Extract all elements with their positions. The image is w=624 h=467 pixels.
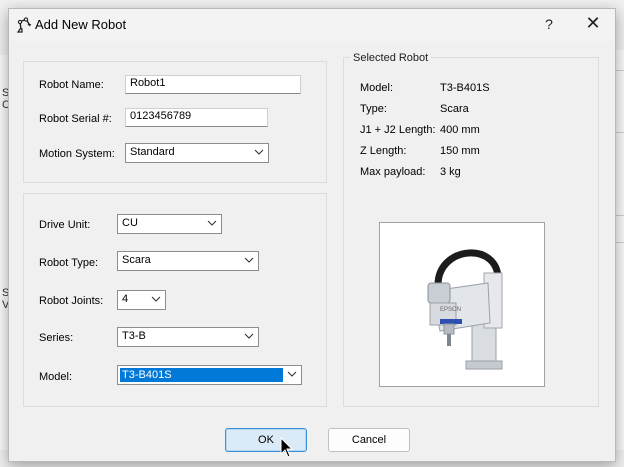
cancel-button[interactable]: Cancel [328, 428, 410, 452]
selected-robot-caption: Selected Robot [350, 52, 432, 64]
chevron-down-icon [244, 333, 254, 339]
background-left-strip: S C S V [0, 55, 10, 450]
mouse-cursor-icon [280, 437, 294, 458]
model-select[interactable]: T3-B401S [117, 365, 302, 385]
info-type-label: Type: [360, 103, 387, 115]
motion-system-value: Standard [130, 146, 175, 158]
series-value: T3-B [122, 330, 146, 342]
drive-unit-value: CU [122, 217, 138, 229]
dialog-title: Add New Robot [35, 17, 127, 32]
robot-joints-value: 4 [122, 293, 129, 305]
help-button[interactable]: ? [540, 16, 558, 32]
model-value: T3-B401S [120, 368, 283, 382]
close-button[interactable]: ✕ [582, 13, 604, 34]
info-model-value: T3-B401S [440, 82, 490, 94]
ok-button[interactable]: OK [225, 428, 307, 452]
info-payload-label: Max payload: [360, 166, 426, 178]
robot-joints-select[interactable]: 4 [117, 290, 166, 310]
chevron-down-icon [207, 220, 217, 226]
robot-serial-input[interactable]: 0123456789 [125, 108, 268, 127]
chevron-down-icon [254, 149, 264, 155]
robot-serial-label: Robot Serial #: [39, 113, 112, 125]
drive-unit-select[interactable]: CU [117, 214, 222, 234]
robot-preview-image: EPSON [379, 222, 545, 387]
motion-system-label: Motion System: [39, 148, 115, 160]
scara-robot-illustration: EPSON [427, 249, 503, 370]
robot-joints-label: Robot Joints: [39, 295, 104, 307]
info-z-length-label: Z Length: [360, 145, 407, 157]
robot-type-select[interactable]: Scara [117, 251, 259, 271]
robot-type-label: Robot Type: [39, 257, 99, 269]
robot-arm-icon [16, 17, 32, 33]
info-length-label: J1 + J2 Length: [360, 124, 436, 136]
series-select[interactable]: T3-B [117, 327, 259, 347]
robot-name-label: Robot Name: [39, 79, 104, 91]
chevron-down-icon [287, 371, 297, 377]
robot-identity-group: Robot Name: Robot1 Robot Serial #: 01234… [23, 61, 327, 183]
info-length-value: 400 mm [440, 124, 480, 136]
chevron-down-icon [244, 257, 254, 263]
model-label: Model: [39, 371, 73, 383]
robot-type-value: Scara [122, 254, 151, 266]
dialog-title-bar[interactable]: Add New Robot ? ✕ [9, 9, 615, 41]
series-label: Series: [39, 332, 74, 344]
robot-configuration-group: Drive Unit: CU Robot Type: Scara Robot J… [23, 193, 327, 407]
drive-unit-label: Drive Unit: [39, 219, 91, 231]
info-payload-value: 3 kg [440, 166, 461, 178]
add-new-robot-dialog: Add New Robot ? ✕ Robot Name: Robot1 Rob… [8, 8, 616, 462]
info-type-value: Scara [440, 103, 469, 115]
motion-system-select[interactable]: Standard [125, 143, 269, 163]
robot-brand-mark: EPSON [440, 307, 461, 313]
chevron-down-icon [151, 296, 161, 302]
info-z-length-value: 150 mm [440, 145, 480, 157]
info-model-label: Model: [360, 82, 394, 94]
robot-name-input[interactable]: Robot1 [125, 75, 301, 94]
